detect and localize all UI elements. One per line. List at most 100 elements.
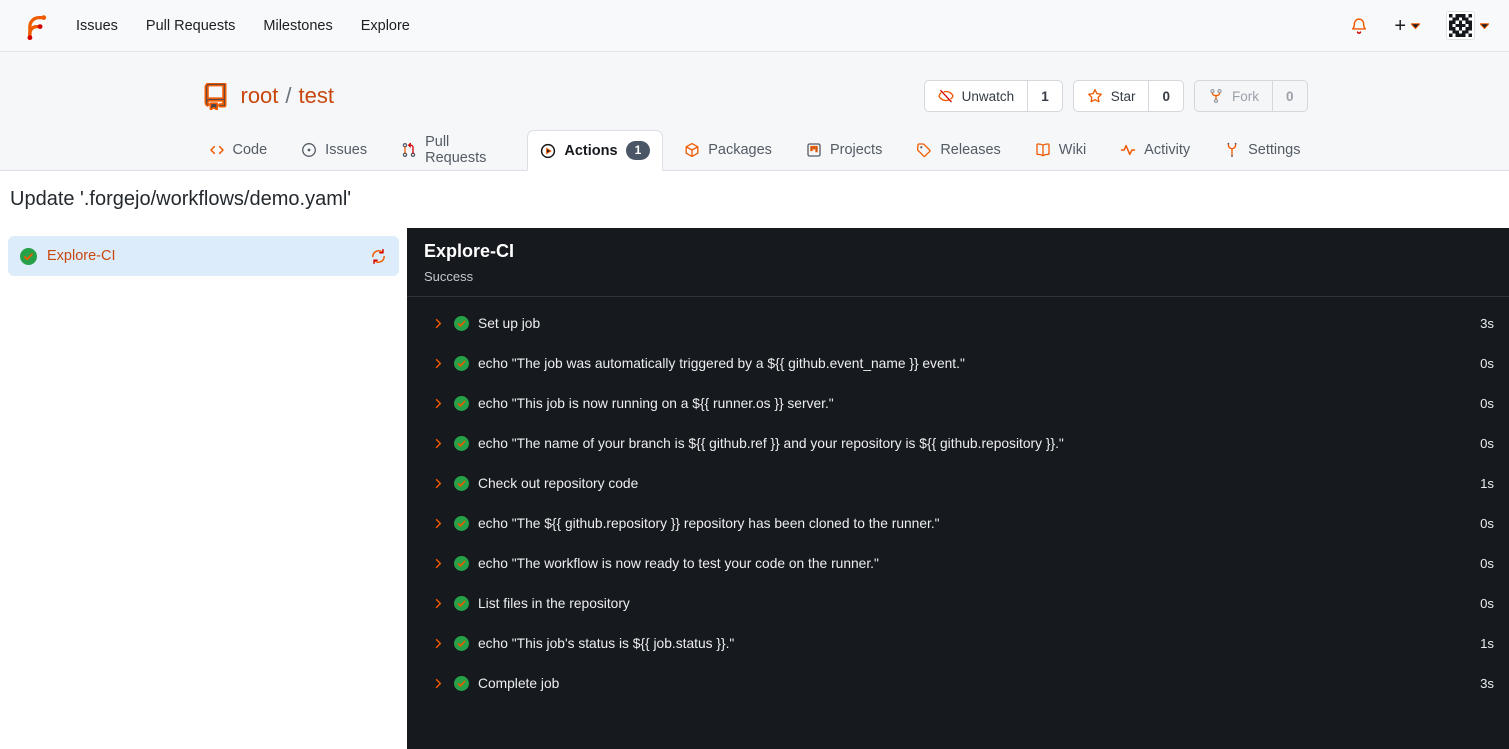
tab-label: Projects [829,141,883,158]
wrench-icon [1224,142,1240,158]
chevron-right-icon[interactable] [432,677,445,690]
panel-job-status: Success [424,269,474,284]
step-row-1[interactable]: echo "The job was automatically triggere… [407,343,1509,383]
tab-pull-requests[interactable]: Pull Requests [388,129,519,170]
chevron-right-icon[interactable] [432,397,445,410]
step-row-5[interactable]: echo "The ${{ github.repository }} repos… [407,503,1509,543]
chevron-right-icon[interactable] [432,477,445,490]
repo-button-count[interactable]: 0 [1271,81,1307,111]
step-row-4[interactable]: Check out repository code 1s [407,463,1509,503]
repo-button-count[interactable]: 1 [1027,81,1062,111]
step-name: List files in the repository [478,595,630,611]
step-name: echo "The job was automatically triggere… [478,355,965,371]
tab-label: Code [232,141,268,158]
step-duration: 0s [1480,595,1494,611]
tab-activity[interactable]: Activity [1107,129,1203,170]
success-check-icon [454,315,469,331]
step-duration: 3s [1480,315,1494,331]
step-name: Check out repository code [478,475,639,491]
caret-down-icon [1411,22,1420,29]
chevron-right-icon[interactable] [432,597,445,610]
success-check-icon [454,635,469,651]
step-row-0[interactable]: Set up job 3s [407,303,1509,343]
tab-packages[interactable]: Packages [671,129,785,170]
eye-slash-icon [937,88,954,104]
success-check-icon [454,435,469,451]
run-title-bar: Update '.forgejo/workflows/demo.yaml' [0,171,1509,228]
step-row-3[interactable]: echo "The name of your branch is ${{ git… [407,423,1509,463]
tab-actions[interactable]: Actions 1 [527,130,664,171]
repo-book-icon [202,82,229,110]
refresh-icon[interactable] [370,248,387,265]
step-row-9[interactable]: Complete job 3s [407,663,1509,703]
tab-label: Wiki [1058,141,1087,158]
step-name: echo "The ${{ github.repository }} repos… [478,515,940,531]
success-check-icon [454,395,469,411]
tab-label: Releases [940,141,1001,158]
fork-icon [1208,88,1224,104]
code-icon [209,142,225,158]
plus-icon: + [1394,14,1406,37]
tag-icon [916,142,932,158]
sidebar-job-explore-ci[interactable]: Explore-CI [8,236,399,276]
tab-releases[interactable]: Releases [903,129,1013,170]
top-navbar: path{stroke:#f05a00}path+path{stroke:#d4… [0,0,1509,52]
step-name: echo "This job is now running on a ${{ r… [478,395,834,411]
star-button[interactable]: Star 0 [1072,80,1184,112]
success-check-icon [454,475,469,491]
step-name: Set up job [478,315,541,331]
nav-link-pull-requests[interactable]: Pull Requests [146,18,235,34]
repo-name-link[interactable]: test [299,83,334,109]
commit-title: Update '.forgejo/workflows/demo.yaml' [10,188,352,210]
step-row-2[interactable]: echo "This job is now running on a ${{ r… [407,383,1509,423]
repo-title-separator: / [285,83,292,108]
repo-button-count[interactable]: 0 [1148,81,1183,111]
step-row-6[interactable]: echo "The workflow is now ready to test … [407,543,1509,583]
step-duration: 0s [1480,555,1494,571]
button-label: Unwatch [961,88,1015,104]
tab-settings[interactable]: Settings [1211,129,1313,170]
success-check-icon [454,555,469,571]
tab-issues[interactable]: Issues [288,129,380,170]
package-cube-icon [684,142,700,158]
chevron-right-icon[interactable] [432,557,445,570]
tab-code[interactable]: Code [196,129,281,170]
log-panel: Explore-CI Success Set up job 3s echo "T… [407,228,1509,749]
jobs-sidebar: Explore-CI [0,228,407,749]
forgejo-logo[interactable]: path{stroke:#f05a00}path+path{stroke:#d4… [20,11,50,41]
nav-link-explore[interactable]: Explore [361,18,410,34]
log-panel-header: Explore-CI Success [407,228,1509,297]
book-open-icon [1035,142,1051,158]
chevron-right-icon[interactable] [432,317,445,330]
project-board-icon [806,142,822,158]
button-label: Star [1110,88,1136,104]
user-menu[interactable] [1446,11,1489,40]
star-icon [1087,88,1103,104]
tab-label: Activity [1144,141,1191,158]
tab-projects[interactable]: Projects [793,129,895,170]
chevron-right-icon[interactable] [432,637,445,650]
navbar-links: Issues Pull Requests Milestones Explore [76,18,410,34]
nav-link-milestones[interactable]: Milestones [263,18,332,34]
repo-owner-link[interactable]: root [241,83,279,109]
chevron-right-icon[interactable] [432,437,445,450]
step-row-8[interactable]: echo "This job's status is ${{ job.statu… [407,623,1509,663]
tab-wiki[interactable]: Wiki [1022,129,1099,170]
success-check-icon [454,595,469,611]
repo-action-buttons: Unwatch 1 Star 0 Fork 0 [923,80,1308,112]
chevron-right-icon[interactable] [432,357,445,370]
nav-link-issues[interactable]: Issues [76,18,118,34]
notifications-bell-icon[interactable] [1350,17,1368,35]
unwatch-button[interactable]: Unwatch 1 [923,80,1063,112]
step-duration: 1s [1480,475,1494,491]
pulse-icon [1120,142,1136,158]
create-new-dropdown[interactable]: + [1394,16,1420,36]
step-name: Complete job [478,675,560,691]
success-check-icon [20,247,37,265]
step-duration: 0s [1480,355,1494,371]
chevron-right-icon[interactable] [432,517,445,530]
step-duration: 0s [1480,515,1494,531]
tab-label: Issues [325,141,368,158]
step-row-7[interactable]: List files in the repository 0s [407,583,1509,623]
step-name: echo "This job's status is ${{ job.statu… [478,635,735,651]
